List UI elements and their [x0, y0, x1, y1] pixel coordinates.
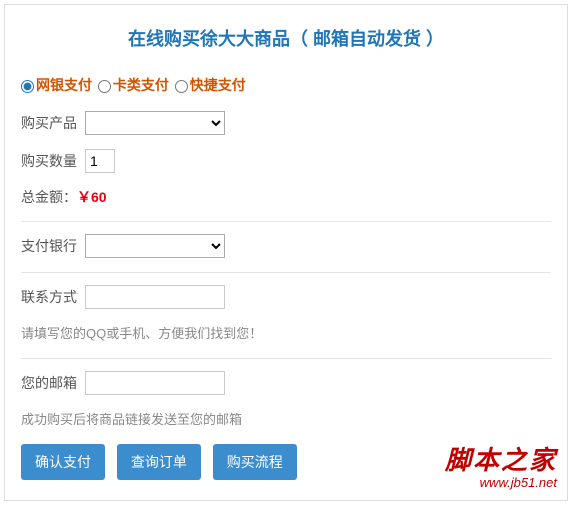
divider: [21, 272, 551, 273]
total-label: 总金额：: [21, 189, 77, 205]
watermark-url: www.jb51.net: [445, 475, 557, 490]
bank-label: 支付银行: [21, 236, 85, 256]
product-row: 购买产品: [21, 111, 551, 135]
payment-radio-card[interactable]: [98, 80, 111, 93]
total-row: 总金额：￥60: [21, 187, 551, 207]
payment-option-quick[interactable]: 快捷支付: [175, 77, 246, 93]
email-hint: 成功购买后将商品链接发送至您的邮箱: [21, 409, 551, 428]
bank-select[interactable]: [85, 234, 225, 258]
query-order-button[interactable]: 查询订单: [117, 444, 201, 480]
product-label: 购买产品: [21, 113, 85, 133]
payment-label-quick: 快捷支付: [190, 77, 246, 93]
page-title: 在线购买徐大大商品（ 邮箱自动发货 ）: [21, 17, 551, 75]
purchase-form-container: 在线购买徐大大商品（ 邮箱自动发货 ） 网银支付 卡类支付 快捷支付 购买产品 …: [4, 4, 568, 501]
divider: [21, 358, 551, 359]
product-select[interactable]: [85, 111, 225, 135]
watermark-brand: 脚本之家: [445, 440, 557, 477]
confirm-pay-button[interactable]: 确认支付: [21, 444, 105, 480]
total-amount: ￥60: [77, 189, 107, 205]
watermark: 脚本之家 www.jb51.net: [445, 440, 557, 490]
quantity-input[interactable]: [85, 149, 115, 173]
payment-radio-netbank[interactable]: [21, 80, 34, 93]
bank-row: 支付银行: [21, 234, 551, 258]
payment-option-netbank[interactable]: 网银支付: [21, 77, 92, 93]
contact-row: 联系方式: [21, 285, 551, 309]
contact-hint: 请填写您的QQ或手机、方便我们找到您！: [21, 323, 551, 342]
email-input[interactable]: [85, 371, 225, 395]
payment-label-netbank: 网银支付: [36, 77, 92, 93]
email-label: 您的邮箱: [21, 373, 85, 393]
email-row: 您的邮箱: [21, 371, 551, 395]
contact-label: 联系方式: [21, 287, 85, 307]
payment-radio-quick[interactable]: [175, 80, 188, 93]
payment-label-card: 卡类支付: [113, 77, 169, 93]
quantity-row: 购买数量: [21, 149, 551, 173]
payment-option-card[interactable]: 卡类支付: [98, 77, 169, 93]
purchase-process-button[interactable]: 购买流程: [213, 444, 297, 480]
payment-method-group: 网银支付 卡类支付 快捷支付: [21, 75, 551, 95]
contact-input[interactable]: [85, 285, 225, 309]
divider: [21, 221, 551, 222]
quantity-label: 购买数量: [21, 151, 85, 171]
